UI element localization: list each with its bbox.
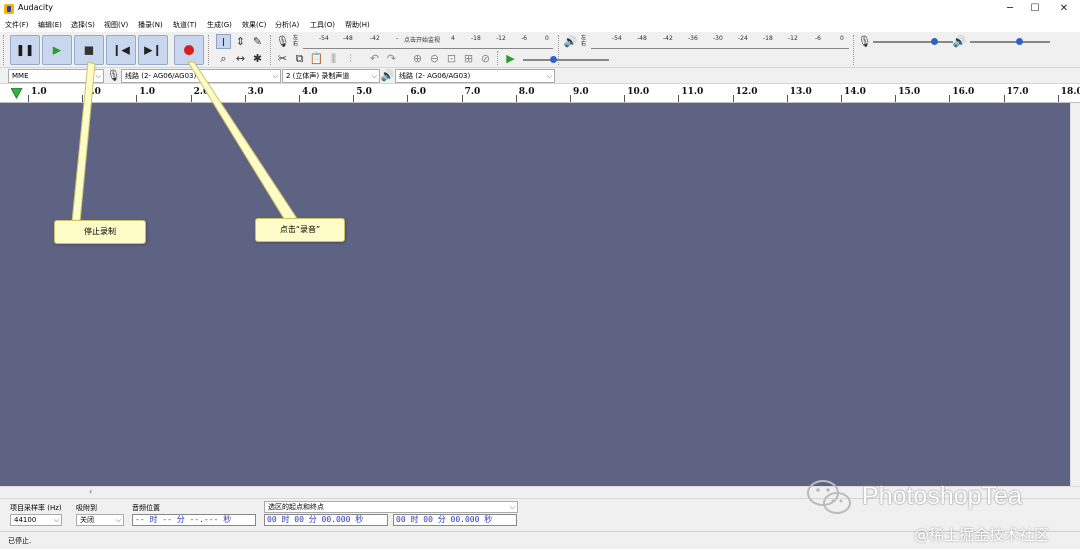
selection-mode-select[interactable]: 选区的起点和终点 ⌵ xyxy=(264,501,518,513)
record-callout: 点击“录音” xyxy=(255,218,345,242)
snap-label: 吸附到 xyxy=(76,504,97,512)
status-text: 已停止. xyxy=(8,537,32,545)
selection-start-display[interactable]: 00 时 00 分 00.000 秒 xyxy=(264,514,388,526)
selection-mode-value: 选区的起点和终点 xyxy=(268,503,324,511)
chevron-down-icon: ⌵ xyxy=(53,516,59,524)
watermark: PhotoshopTea @稀土掘金技术社区 xyxy=(806,472,1076,549)
callout-leaders xyxy=(71,61,299,223)
snap-value: 关闭 xyxy=(80,516,94,524)
stop-recording-callout: 停止录制 xyxy=(54,220,146,244)
project-rate-label: 项目采样率 (Hz) xyxy=(10,504,62,512)
project-rate-value: 44100 xyxy=(14,516,37,524)
chevron-down-icon: ⌵ xyxy=(115,516,121,524)
chevron-down-icon: ⌵ xyxy=(509,503,515,511)
watermark-community: @稀土掘金技术社区 xyxy=(914,526,1050,544)
audio-position-display[interactable]: -- 时 -- 分 --.--- 秒 xyxy=(132,514,256,526)
snap-select[interactable]: 关闭 ⌵ xyxy=(76,514,124,526)
selection-end-display[interactable]: 00 时 00 分 00.000 秒 xyxy=(393,514,517,526)
watermark-brand: PhotoshopTea xyxy=(862,482,1022,510)
audio-position-label: 音频位置 xyxy=(132,504,160,512)
wechat-logo-icon xyxy=(807,480,851,514)
project-rate-select[interactable]: 44100 ⌵ xyxy=(10,514,62,526)
